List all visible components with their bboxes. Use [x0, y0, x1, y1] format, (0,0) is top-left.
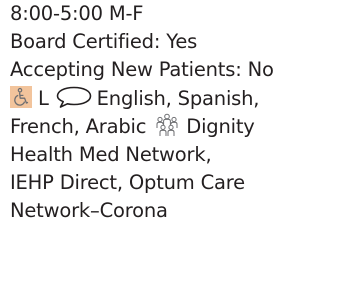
accessibility-code: L: [38, 86, 49, 110]
networks-text-4: Network–Corona: [10, 199, 168, 223]
networks-text-1: Dignity: [186, 114, 255, 138]
wheelchair-icon: [10, 86, 32, 109]
networks-text-2: Health Med Network,: [10, 143, 212, 167]
networks-text-3: IEHP Direct, Optum Care: [10, 171, 245, 195]
languages-networks-line: French, Arabic Dignity: [10, 113, 350, 141]
speech-bubble-icon: [55, 85, 93, 109]
accepting-new-patients-status: Accepting New Patients: No: [10, 58, 274, 82]
languages-text-1: English, Spanish,: [96, 86, 260, 110]
board-certified-status: Board Certified: Yes: [10, 30, 198, 54]
provider-listing: 8:00-5:00 M-F Board Certified: Yes Accep…: [10, 0, 350, 226]
languages-text-2: French, Arabic: [10, 114, 147, 138]
group-people-icon: [154, 112, 180, 138]
office-hours: 8:00-5:00 M-F: [10, 2, 144, 25]
accessibility-languages-line: L English, Spanish,: [10, 85, 350, 113]
